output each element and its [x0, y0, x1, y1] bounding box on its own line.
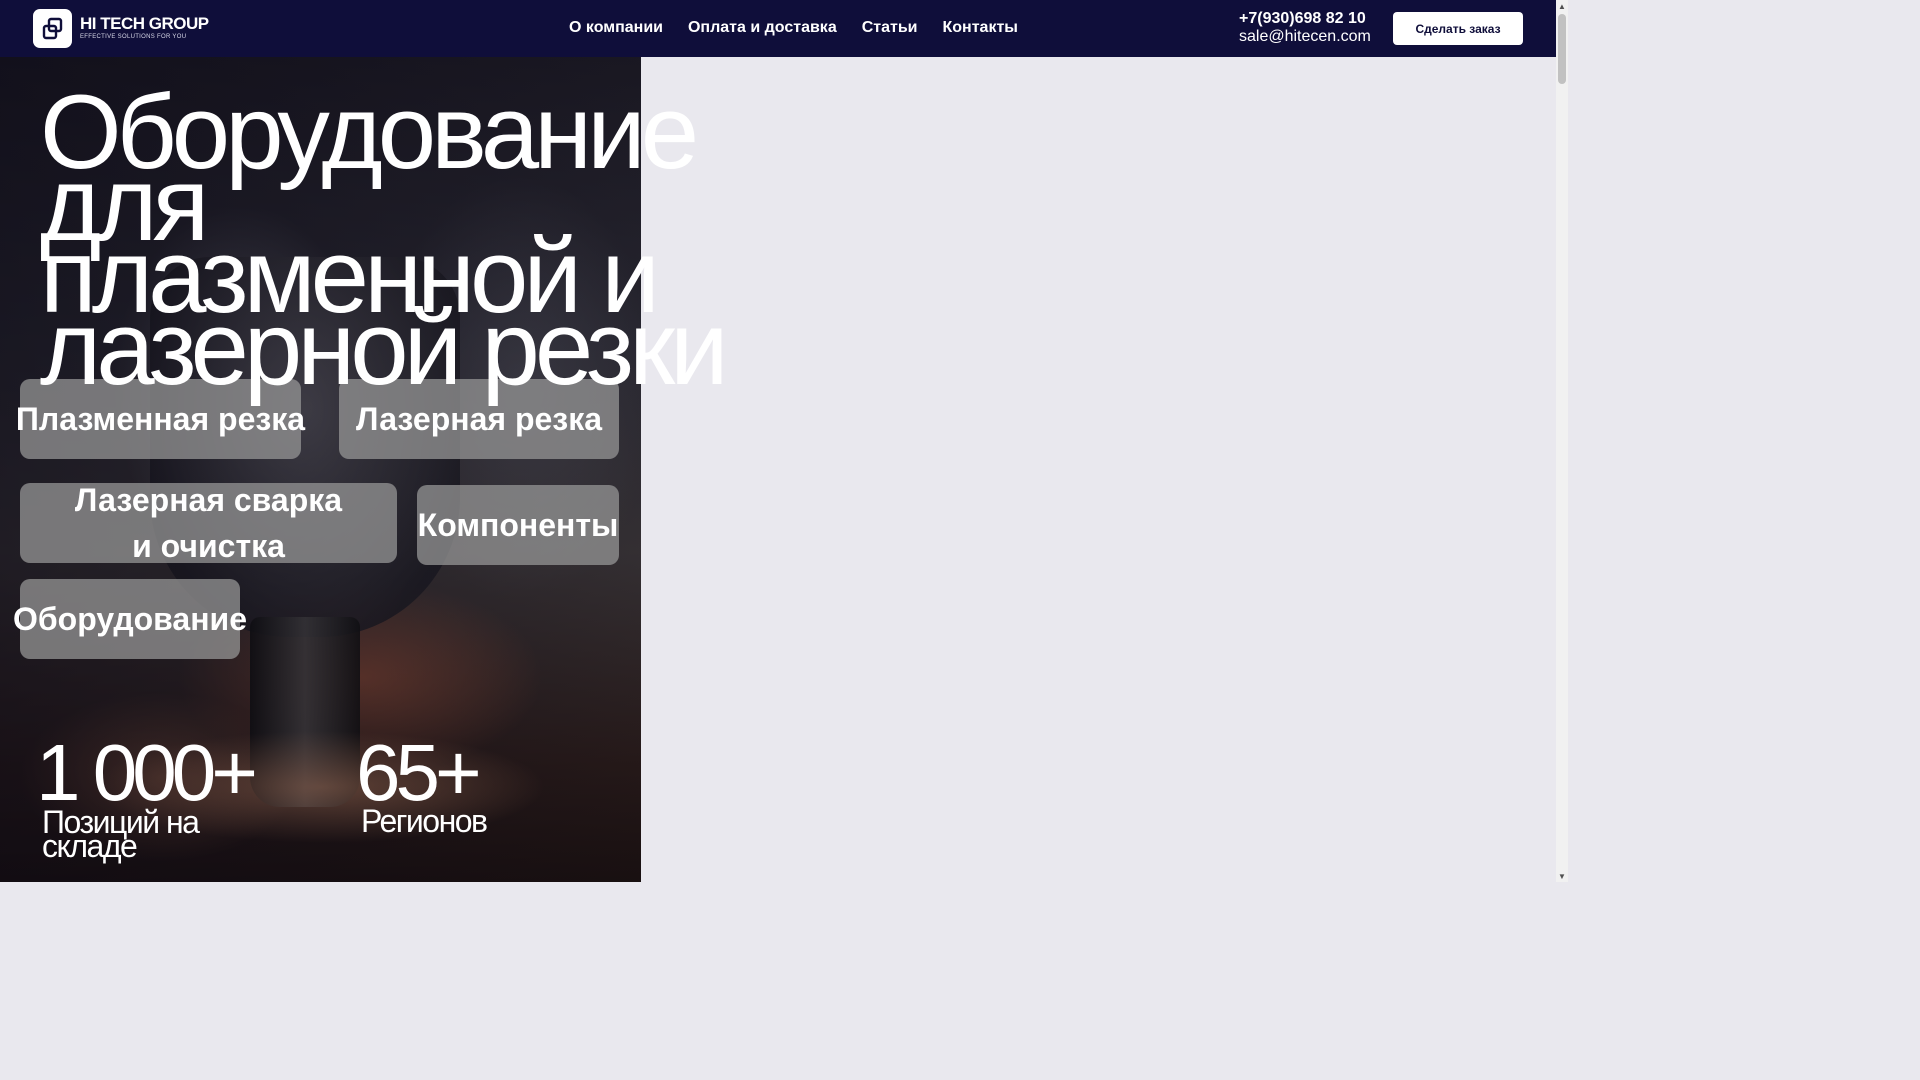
nav-about[interactable]: О компании	[569, 19, 663, 37]
site-header: HI TECH GROUP EFFECTIVE SOLUTIONS FOR YO…	[0, 0, 1556, 57]
hero-section: Оборудование для плазменной и лазерной р…	[0, 57, 729, 882]
stat-positions-label: Позиций на складе	[42, 804, 200, 864]
hero-title: Оборудование для плазменной и лазерной р…	[40, 74, 729, 407]
main-nav: О компании Оплата и доставка Статьи Конт…	[569, 19, 1043, 37]
header-contacts: +7(930)698 82 10 sale@hitecen.com	[1239, 10, 1371, 46]
phone-link[interactable]: +7(930)698 82 10	[1239, 10, 1371, 28]
order-button[interactable]: Сделать заказ	[1393, 12, 1523, 45]
category-equipment[interactable]: Оборудование	[13, 579, 247, 659]
logo-icon	[33, 9, 72, 48]
logo-tagline: EFFECTIVE SOLUTIONS FOR YOU	[80, 34, 187, 40]
email-link[interactable]: sale@hitecen.com	[1239, 28, 1371, 46]
scroll-thumb[interactable]	[1558, 14, 1566, 84]
nav-payment-delivery[interactable]: Оплата и доставка	[688, 19, 837, 37]
scroll-down-icon[interactable]: ▼	[1556, 870, 1568, 882]
category-laser-welding-cleaning[interactable]: Лазерная сварка и очистка	[20, 482, 397, 564]
stat-positions-value: 1 000+	[36, 728, 258, 817]
logo[interactable]: HI TECH GROUP EFFECTIVE SOLUTIONS FOR YO…	[33, 9, 209, 48]
category-components[interactable]: Компоненты	[417, 485, 619, 565]
nav-contacts[interactable]: Контакты	[943, 19, 1018, 37]
stat-regions-value: 65+	[356, 728, 482, 817]
page-scrollbar[interactable]: ▲ ▼	[1556, 0, 1568, 882]
nav-articles[interactable]: Статьи	[862, 19, 918, 37]
logo-name: HI TECH GROUP	[80, 14, 209, 33]
scroll-up-icon[interactable]: ▲	[1556, 0, 1568, 12]
stat-regions-label: Регионов	[361, 803, 488, 839]
